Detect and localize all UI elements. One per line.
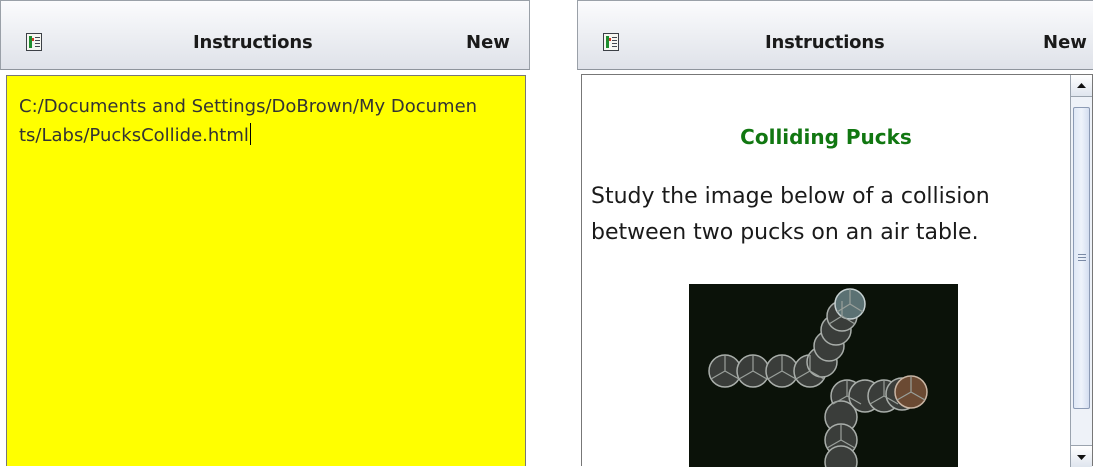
instructions-paragraph: Study the image below of a collision bet… (591, 184, 990, 245)
vertical-scrollbar[interactable] (1070, 75, 1092, 467)
puck-collision-picture (708, 288, 928, 467)
instructions-editor-panel: Instructions New C:/Documents and Settin… (0, 0, 530, 466)
url-text-field[interactable]: C:/Documents and Settings/DoBrown/My Doc… (19, 92, 479, 150)
viewer-toolbar: Instructions New (577, 0, 1093, 70)
instructions-viewer-panel: Instructions New Colliding Pucks Study t… (577, 0, 1093, 467)
new-button[interactable]: New (466, 32, 510, 53)
scroll-down-button[interactable] (1071, 445, 1092, 467)
scroll-down-arrow-icon (1077, 455, 1086, 460)
scroll-thumb[interactable] (1073, 107, 1090, 409)
instructions-title: Instructions (765, 32, 885, 53)
text-caret (249, 123, 251, 145)
page-heading: Colliding Pucks (740, 125, 912, 149)
html-viewer[interactable]: Colliding Pucks Study the image below of… (581, 74, 1093, 467)
new-button[interactable]: New (1043, 32, 1087, 53)
scroll-up-arrow-icon (1077, 83, 1086, 88)
instructions-title: Instructions (193, 32, 313, 53)
document-icon[interactable] (26, 33, 42, 51)
document-icon[interactable] (603, 33, 619, 51)
scroll-up-button[interactable] (1071, 75, 1092, 97)
puck-collision-image (689, 284, 958, 467)
editor-toolbar: Instructions New (0, 0, 530, 70)
url-editor[interactable]: C:/Documents and Settings/DoBrown/My Doc… (6, 75, 526, 466)
html-content: Colliding Pucks Study the image below of… (582, 75, 1070, 467)
url-value: C:/Documents and Settings/DoBrown/My Doc… (19, 96, 478, 146)
